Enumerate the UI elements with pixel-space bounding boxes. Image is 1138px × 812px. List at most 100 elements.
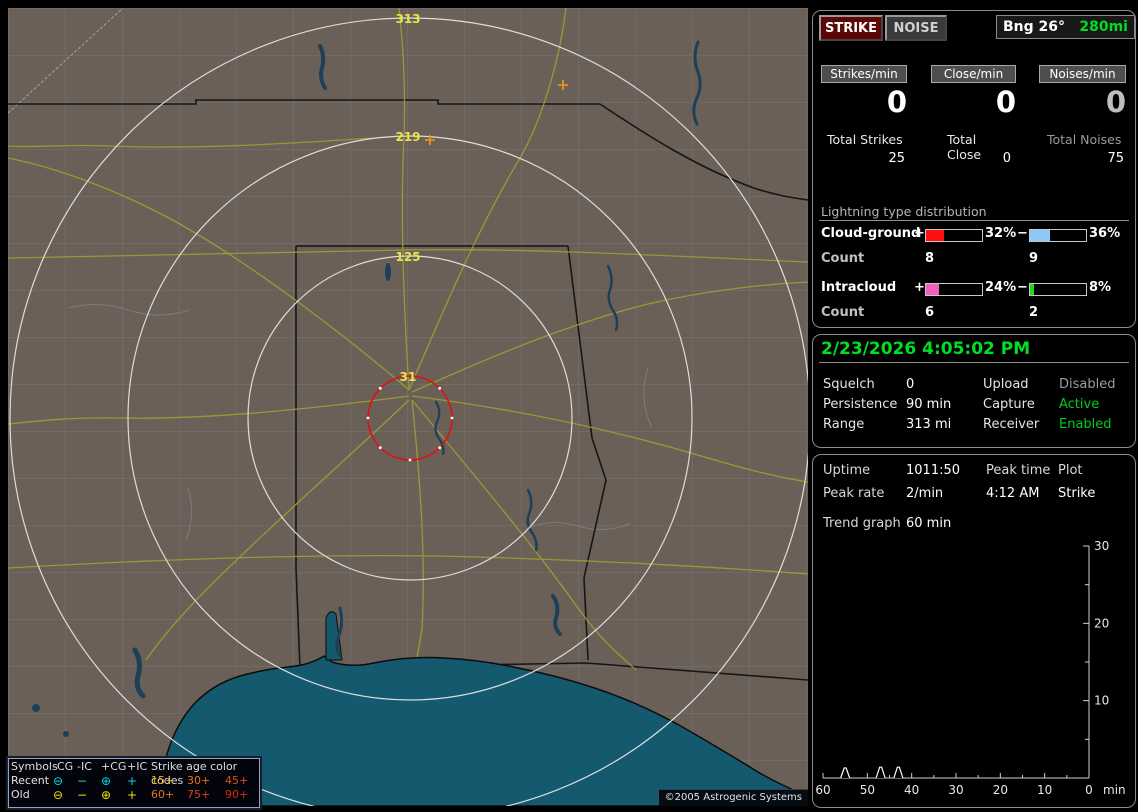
divider [819,220,1129,221]
total-noises-value: 75 [1107,151,1124,166]
cg-count-label: Count [821,251,865,266]
legend-old-label: Old [11,788,30,801]
age-75: 75+ [187,788,211,801]
age-60: 60+ [151,788,175,801]
trend-window-value: 60 min [906,516,952,531]
strikes-per-min-value: 0 [886,85,907,119]
persistence-value: 90 min [906,397,952,412]
datetime-display: 2/23/2026 4:05:02 PM [821,339,1031,359]
plot-mode-value: Strike [1058,486,1096,501]
strike-button[interactable]: STRIKE [819,15,883,41]
svg-text:10: 10 [1094,694,1109,708]
cg-positive-count: 8 [925,251,935,266]
map-view[interactable]: 313 219 125 31 Symbols -CG -IC +CG +IC S… [8,8,808,808]
total-strikes-value: 25 [888,151,905,166]
ic-negative-bar [1029,283,1087,296]
minus-sign: − [1017,280,1028,295]
upload-value: Disabled [1059,377,1116,392]
ic-negative-count: 2 [1029,305,1039,320]
close-per-min-value: 0 [995,85,1016,119]
ic-positive-count: 6 [925,305,935,320]
ic-positive-pct: 24% [985,280,1017,295]
close-per-min-label[interactable]: Close/min [931,65,1016,83]
total-strikes-label: Total Strikes [827,132,903,147]
trend-box: Uptime 1011:50 Peak time Plot Peak rate … [812,454,1136,808]
legend-col-ncg: -CG [53,760,74,773]
plus-sign: + [914,226,925,241]
svg-text:10: 10 [1037,783,1052,797]
minus-icon: − [77,774,88,788]
age-90: 90+ [225,788,249,801]
strike-stats-box: STRIKE NOISE Bng 26° 280mi Strikes/min C… [812,10,1136,328]
noises-per-min-label[interactable]: Noises/min [1039,65,1126,83]
range-label: Range [823,417,865,432]
minus-sign: − [1017,226,1028,241]
peak-time-value: 4:12 AM [986,486,1040,501]
cg-negative-pct: 36% [1089,226,1121,241]
bearing-value: Bng 26° [1003,19,1066,35]
uptime-value: 1011:50 [906,463,961,478]
total-close-value: 0 [1002,151,1011,166]
age-15: 15+ [151,774,175,787]
ring-label-125: 125 [395,250,420,264]
ic-count-label: Count [821,305,865,320]
ring-label-313: 313 [395,12,420,26]
circle-plus-icon: ⊕ [101,774,112,788]
svg-text:min: min [1103,783,1126,797]
ring-label-31: 31 [400,370,417,384]
cg-negative-bar [1029,229,1087,242]
peak-rate-label: Peak rate [823,486,885,501]
svg-text:60: 60 [815,783,830,797]
svg-text:30: 30 [1094,539,1109,553]
noise-button[interactable]: NOISE [885,15,947,41]
minus-icon: − [77,788,88,802]
strikes-per-min-label[interactable]: Strikes/min [821,65,907,83]
cg-positive-bar [925,229,983,242]
bearing-display: Bng 26° 280mi [996,15,1135,39]
plus-icon: + [127,788,138,802]
range-value: 313 mi [906,417,952,432]
squelch-value: 0 [906,377,915,392]
legend-col-pcg: +CG [101,760,127,773]
intracloud-label: Intracloud [821,280,897,295]
svg-text:50: 50 [860,783,875,797]
plus-icon: + [127,774,138,788]
upload-label: Upload [983,377,1029,392]
receiver-label: Receiver [983,417,1040,432]
map-canvas: 313 219 125 31 [8,8,808,806]
peak-time-header: Peak time [986,463,1051,478]
cloud-ground-label: Cloud-ground [821,226,921,241]
peak-rate-value: 2/min [906,486,944,501]
receiver-value: Enabled [1059,417,1112,432]
cg-negative-count: 9 [1029,251,1039,266]
svg-text:0: 0 [1085,783,1093,797]
status-box: 2/23/2026 4:05:02 PM Squelch 0 Persisten… [812,334,1136,448]
circle-plus-icon: ⊕ [101,788,112,802]
nexstorm-window: 313 219 125 31 Symbols -CG -IC +CG +IC S… [0,0,1138,812]
svg-text:20: 20 [993,783,1008,797]
plus-sign: + [914,280,925,295]
legend-recent-label: Recent [11,774,50,787]
divider [819,362,1129,363]
copyright-label: ©2005 Astrogenic Systems [658,789,808,806]
persistence-label: Persistence [823,397,898,412]
noises-per-min-value: 0 [1105,85,1126,119]
ring-label-219: 219 [395,130,420,144]
trend-graph-label: Trend graph [823,516,901,531]
legend-col-nic: -IC [77,760,92,773]
ic-negative-pct: 8% [1089,280,1112,295]
svg-text:30: 30 [948,783,963,797]
distribution-title: Lightning type distribution [821,204,987,219]
circle-minus-icon: ⊖ [53,774,64,788]
squelch-label: Squelch [823,377,875,392]
svg-text:40: 40 [904,783,919,797]
total-noises-label: Total Noises [1047,132,1122,147]
legend-symbols-header: Symbols [11,760,58,773]
capture-label: Capture [983,397,1035,412]
map-legend: Symbols -CG -IC +CG +IC Strike age color… [8,758,260,808]
capture-value: Active [1059,397,1100,412]
bearing-distance: 280mi [1079,19,1128,35]
legend-col-pic: +IC [127,760,148,773]
cg-positive-pct: 32% [985,226,1017,241]
age-45: 45+ [225,774,249,787]
